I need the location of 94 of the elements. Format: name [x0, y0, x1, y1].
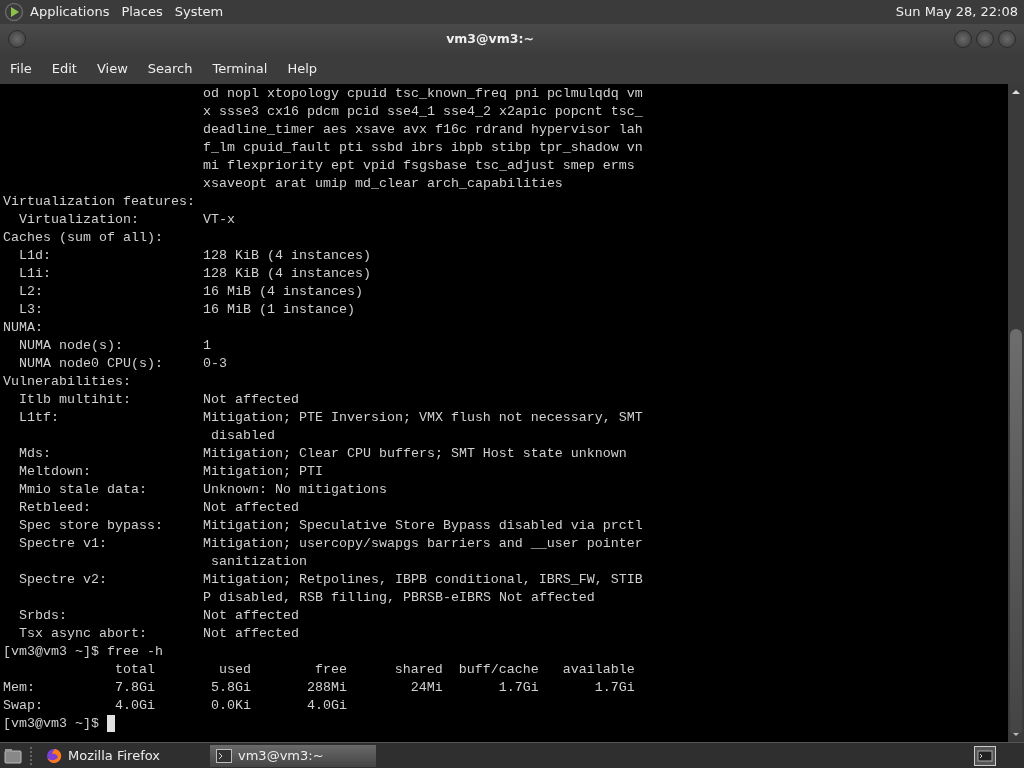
terminal-text: x ssse3 cx16 pdcm pcid sse4_1 sse4_2 x2apic popcnt tsc_: [202, 103, 643, 121]
taskbar-button[interactable]: Mozilla Firefox: [40, 744, 206, 767]
field-label: Meltdown:: [19, 463, 92, 481]
terminal-text: xsaveopt arat umip md_clear arch_capabilities: [202, 175, 563, 193]
field-value: Mitigation; Clear CPU buffers; SMT Host state unknown: [202, 445, 627, 463]
section-heading: NUMA:: [3, 319, 43, 337]
terminal-icon: [216, 748, 232, 763]
menu-item[interactable]: Search: [137, 54, 203, 84]
menu-item[interactable]: View: [86, 54, 138, 84]
scrollbar-thumb[interactable]: [1010, 329, 1022, 733]
menu-item[interactable]: Help: [277, 54, 328, 84]
field-label: Virtualization:: [19, 211, 140, 229]
table-cell-text: 7.8Gi: [113, 679, 155, 697]
column-header: total: [113, 661, 155, 679]
terminal-text: deadline_timer aes xsave avx f16c rdrand hypervisor lah: [202, 121, 643, 139]
panel-menu[interactable]: Applications: [24, 0, 116, 24]
maximize-button[interactable]: [976, 30, 994, 48]
shell-prompt: [vm3@vm3 ~]$: [3, 715, 99, 733]
field-label: Srbds:: [19, 607, 68, 625]
field-label: Spectre v2:: [19, 571, 108, 589]
scroll-up-icon[interactable]: [1011, 88, 1021, 96]
menu-item[interactable]: Edit: [41, 54, 87, 84]
workspace-icon[interactable]: [974, 745, 996, 766]
field-label: Mds:: [19, 445, 52, 463]
command-text: free -h: [106, 643, 163, 661]
field-value: VT-x: [202, 211, 235, 229]
terminal-text: od nopl xtopology cpuid tsc_known_freq pni pclmulqdq vm: [202, 85, 643, 103]
taskbar-button[interactable]: vm3@vm3:~: [210, 744, 376, 767]
close-button[interactable]: [998, 30, 1016, 48]
field-label: Mmio stale data:: [19, 481, 148, 499]
field-value: Unknown: No mitigations: [202, 481, 387, 499]
window-menu-button[interactable]: [8, 30, 26, 48]
field-label: L2:: [19, 283, 44, 301]
field-value: Mitigation; PTE Inversion; VMX flush not necessary, SMT: [202, 409, 643, 427]
field-value: Not affected: [202, 499, 299, 517]
minimize-button[interactable]: [954, 30, 972, 48]
table-cell-text: 288Mi: [305, 679, 347, 697]
column-header: free: [313, 661, 347, 679]
row-label: Swap:: [3, 697, 44, 715]
field-label: Itlb multihit:: [19, 391, 132, 409]
column-header: used: [217, 661, 251, 679]
panel-menu[interactable]: System: [168, 0, 230, 24]
scrollbar[interactable]: [1008, 84, 1024, 742]
column-header: shared: [393, 661, 443, 679]
menu-item[interactable]: Terminal: [202, 54, 278, 84]
field-value: Mitigation; Speculative Store Bypass disabled via prctl: [202, 517, 643, 535]
field-value: Not affected: [202, 391, 299, 409]
section-heading: Caches (sum of all):: [3, 229, 163, 247]
clock[interactable]: Sun May 28, 22:08: [889, 0, 1024, 24]
field-value: Not affected: [202, 607, 299, 625]
terminal-text: sanitization: [210, 553, 307, 571]
row-label: Mem:: [3, 679, 36, 697]
field-label: L1i:: [19, 265, 52, 283]
table-cell-text: 0.0Ki: [209, 697, 251, 715]
terminal-text: disabled: [210, 427, 275, 445]
field-label: Retbleed:: [19, 499, 92, 517]
table-cell-text: 1.7Gi: [497, 679, 539, 697]
field-label: Spectre v1:: [19, 535, 108, 553]
field-value: Mitigation; PTI: [202, 463, 323, 481]
field-value: 1: [202, 337, 211, 355]
section-heading: Vulnerabilities:: [3, 373, 131, 391]
table-cell-text: 5.8Gi: [209, 679, 251, 697]
shell-prompt: [vm3@vm3 ~]$: [3, 643, 99, 661]
window-title: vm3@vm3:~: [446, 30, 534, 46]
terminal-text: P disabled, RSB filling, PBRSB-eIBRS Not affected: [202, 589, 595, 607]
field-label: L1tf:: [19, 409, 60, 427]
table-cell-text: 4.0Gi: [305, 697, 347, 715]
field-value: 16 MiB (1 instance): [202, 301, 355, 319]
field-value: 128 KiB (4 instances): [202, 265, 371, 283]
field-label: L1d:: [19, 247, 52, 265]
field-value: Mitigation; Retpolines, IBPB conditional, IBRS_FW, STIB: [202, 571, 643, 589]
section-heading: Virtualization features:: [3, 193, 195, 211]
field-label: Spec store bypass:: [19, 517, 164, 535]
column-header: available: [561, 661, 635, 679]
field-value: 0-3: [202, 355, 227, 373]
scroll-down-icon[interactable]: [1011, 730, 1021, 738]
field-value: 128 KiB (4 instances): [202, 247, 371, 265]
field-label: NUMA node0 CPU(s):: [19, 355, 164, 373]
field-value: Not affected: [202, 625, 299, 643]
table-cell-text: 24Mi: [409, 679, 443, 697]
field-label: NUMA node(s):: [19, 337, 124, 355]
table-cell-text: 1.7Gi: [593, 679, 635, 697]
terminal-text: f_lm cpuid_fault pti ssbd ibrs ibpb stibp tpr_shadow vn: [202, 139, 643, 157]
menu-logo-icon[interactable]: [4, 2, 24, 22]
column-header: buff/cache: [457, 661, 539, 679]
field-value: Mitigation; usercopy/swapgs barriers and __user pointer: [202, 535, 643, 553]
field-label: Tsx async abort:: [19, 625, 148, 643]
field-value: 16 MiB (4 instances): [202, 283, 363, 301]
panel-menu[interactable]: Places: [115, 0, 169, 24]
table-cell-text: 4.0Gi: [113, 697, 155, 715]
browser-icon: [46, 747, 62, 764]
terminal-text: mi flexpriority ept vpid fsgsbase tsc_adjust smep erms: [202, 157, 635, 175]
menu-item[interactable]: File: [0, 54, 42, 84]
field-label: L3:: [19, 301, 44, 319]
